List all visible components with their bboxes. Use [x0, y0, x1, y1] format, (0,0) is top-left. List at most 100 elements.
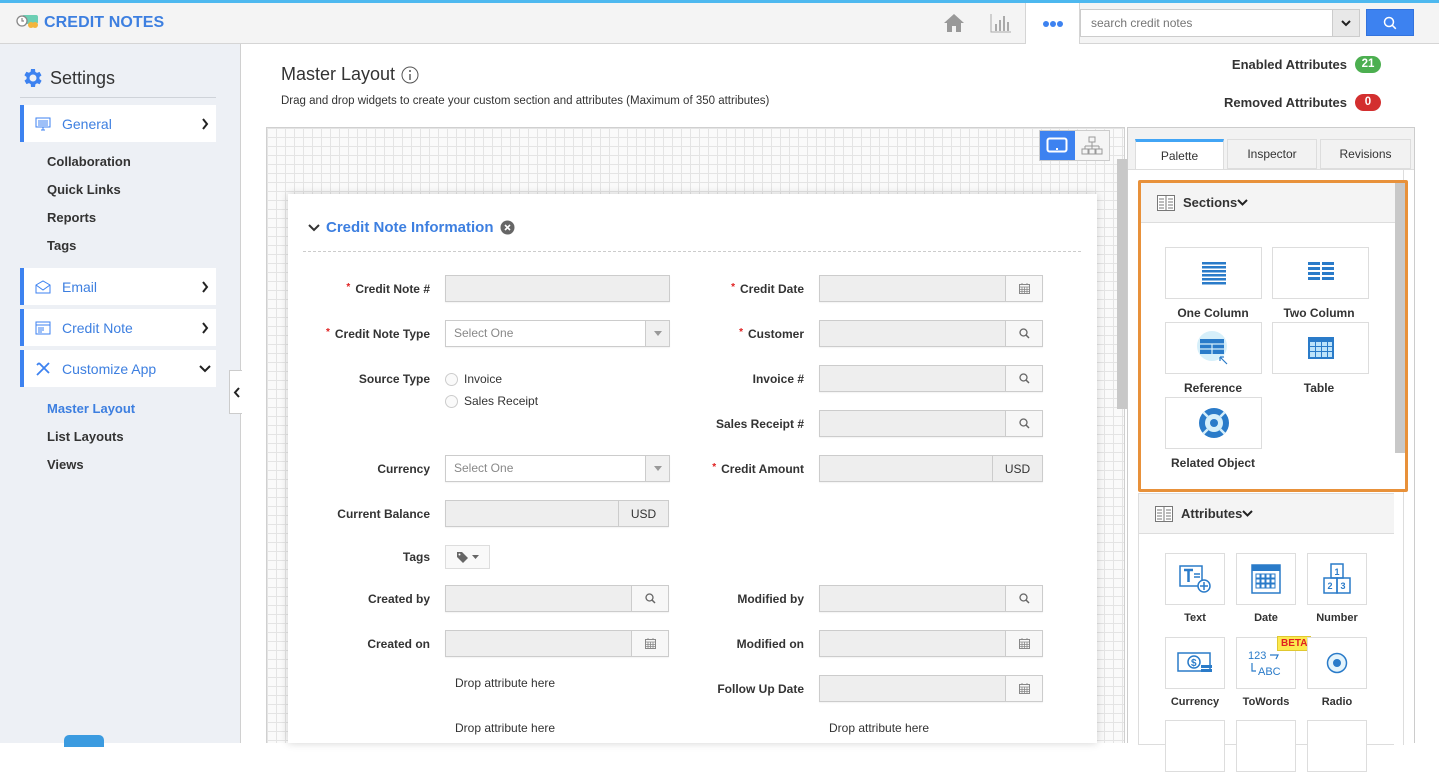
radio-label: Sales Receipt — [464, 394, 539, 408]
svg-text:123: 123 — [1248, 650, 1266, 662]
radio-sales-receipt[interactable]: Sales Receipt — [445, 390, 538, 412]
svg-text:ABC: ABC — [1258, 666, 1281, 678]
date-picker-button[interactable] — [1005, 276, 1042, 301]
section-title[interactable]: Credit Note Information — [326, 219, 494, 236]
credit-note-no-input[interactable] — [445, 275, 670, 302]
canvas-scrollbar[interactable] — [1117, 159, 1127, 409]
lookup-button[interactable] — [1005, 411, 1042, 436]
credit-date-input[interactable] — [819, 275, 1043, 302]
tab-inspector[interactable]: Inspector — [1227, 139, 1317, 169]
date-picker-button[interactable] — [1005, 631, 1042, 656]
table-widget[interactable] — [1272, 322, 1369, 374]
credit-note-type-select[interactable]: Select One — [445, 320, 670, 347]
drop-zone[interactable]: Drop attribute here — [455, 676, 555, 690]
reference-widget[interactable] — [1165, 322, 1262, 374]
radio-attribute-widget[interactable] — [1307, 637, 1367, 689]
sidebar-subitem-quick-links[interactable]: Quick Links — [47, 182, 121, 197]
search-scope-dropdown[interactable] — [1332, 10, 1359, 36]
date-attribute-widget[interactable] — [1236, 553, 1296, 605]
radio-invoice[interactable]: Invoice — [445, 368, 538, 390]
lookup-button[interactable] — [1005, 366, 1042, 391]
attribute-widget[interactable] — [1307, 720, 1367, 772]
modified-by-input[interactable] — [819, 585, 1043, 612]
sidebar-subitem-tags[interactable]: Tags — [47, 238, 76, 253]
sidebar-item-email[interactable]: Email — [20, 268, 216, 305]
caret-down-icon[interactable] — [645, 321, 669, 346]
lookup-button[interactable] — [1005, 321, 1042, 346]
related-object-widget[interactable] — [1165, 397, 1262, 449]
text-attribute-widget[interactable] — [1165, 553, 1225, 605]
sidebar-subitem-views[interactable]: Views — [47, 457, 84, 472]
search-input[interactable] — [1081, 10, 1332, 36]
drop-zone[interactable]: Drop attribute here — [829, 721, 929, 735]
remove-section-icon[interactable] — [500, 220, 515, 235]
app-brand[interactable]: CREDIT NOTES — [16, 12, 164, 33]
more-button[interactable] — [1025, 3, 1080, 44]
one-column-widget[interactable] — [1165, 247, 1262, 299]
required-mark: * — [346, 281, 351, 293]
sales-receipt-no-input[interactable] — [819, 410, 1043, 437]
currency-select[interactable]: Select One — [445, 455, 670, 482]
tags-dropdown-button[interactable] — [445, 545, 490, 569]
info-icon[interactable] — [401, 66, 419, 84]
radio-button[interactable] — [445, 372, 458, 386]
sidebar-item-credit-note[interactable]: Credit Note — [20, 309, 216, 346]
monitor-icon — [1046, 137, 1068, 152]
svg-text:1: 1 — [1335, 567, 1340, 577]
tab-revisions[interactable]: Revisions — [1320, 139, 1411, 169]
collapse-sidebar-button[interactable] — [229, 370, 242, 414]
drop-zone[interactable]: Drop attribute here — [455, 721, 555, 735]
credit-amount-input[interactable]: USD — [819, 455, 1043, 482]
currency-attribute-widget[interactable]: $ — [1165, 637, 1225, 689]
sidebar-subitem-list-layouts[interactable]: List Layouts — [47, 429, 124, 444]
removed-count-badge[interactable]: 0 — [1355, 94, 1381, 111]
svg-text:2: 2 — [1328, 581, 1333, 591]
widget-label: Related Object — [1170, 456, 1256, 470]
desktop-view-button[interactable] — [1040, 131, 1075, 160]
widget-label: Table — [1303, 381, 1335, 395]
number-attribute-widget[interactable]: 123 — [1307, 553, 1367, 605]
sections-group-header[interactable]: Sections — [1141, 183, 1405, 223]
tag-icon — [457, 552, 468, 563]
lookup-button[interactable] — [631, 586, 668, 611]
date-picker-button[interactable] — [631, 631, 668, 656]
attributes-group-header[interactable]: Attributes — [1139, 494, 1394, 534]
sidebar-item-customize-app[interactable]: Customize App — [20, 350, 216, 387]
help-button[interactable] — [64, 735, 104, 747]
current-balance-input[interactable]: USD — [445, 500, 669, 527]
reports-button[interactable] — [986, 3, 1016, 43]
lookup-button[interactable] — [1005, 586, 1042, 611]
envelope-icon — [24, 279, 62, 294]
field-label: Sales Receipt # — [715, 416, 804, 431]
sidebar-subitem-master-layout[interactable]: Master Layout — [47, 401, 135, 416]
sidebar-item-general[interactable]: General — [20, 105, 216, 142]
tab-palette[interactable]: Palette — [1135, 139, 1224, 169]
created-by-input[interactable] — [445, 585, 669, 612]
two-column-widget[interactable] — [1272, 247, 1369, 299]
customer-input[interactable] — [819, 320, 1043, 347]
field-sales-receipt-no: Sales Receipt # — [679, 410, 1043, 437]
radio-button[interactable] — [445, 394, 458, 408]
reference-icon — [1196, 331, 1227, 365]
settings-title: Settings — [50, 67, 116, 88]
follow-up-date-input[interactable] — [819, 675, 1043, 702]
sidebar-subitem-collaboration[interactable]: Collaboration — [47, 154, 131, 169]
created-on-input[interactable] — [445, 630, 669, 657]
invoice-no-input[interactable] — [819, 365, 1043, 392]
attribute-widget[interactable] — [1236, 720, 1296, 772]
attribute-widget[interactable] — [1165, 720, 1225, 772]
date-picker-button[interactable] — [1005, 676, 1042, 701]
calendar-icon — [1018, 283, 1030, 294]
sidebar-subitem-reports[interactable]: Reports — [47, 210, 96, 225]
enabled-count-badge[interactable]: 21 — [1355, 56, 1381, 73]
search-button[interactable] — [1366, 9, 1414, 36]
towords-attribute-widget[interactable]: 123 ABC BETA — [1236, 636, 1312, 689]
caret-down-icon[interactable] — [645, 456, 669, 481]
modified-on-input[interactable] — [819, 630, 1043, 657]
sections-scrollbar[interactable] — [1395, 183, 1405, 453]
chevron-down-icon[interactable] — [308, 223, 320, 232]
hierarchy-view-button[interactable] — [1075, 131, 1110, 160]
section-header[interactable]: Credit Note Information — [308, 219, 515, 236]
currency-unit-addon: USD — [618, 501, 668, 526]
home-button[interactable] — [940, 3, 968, 43]
